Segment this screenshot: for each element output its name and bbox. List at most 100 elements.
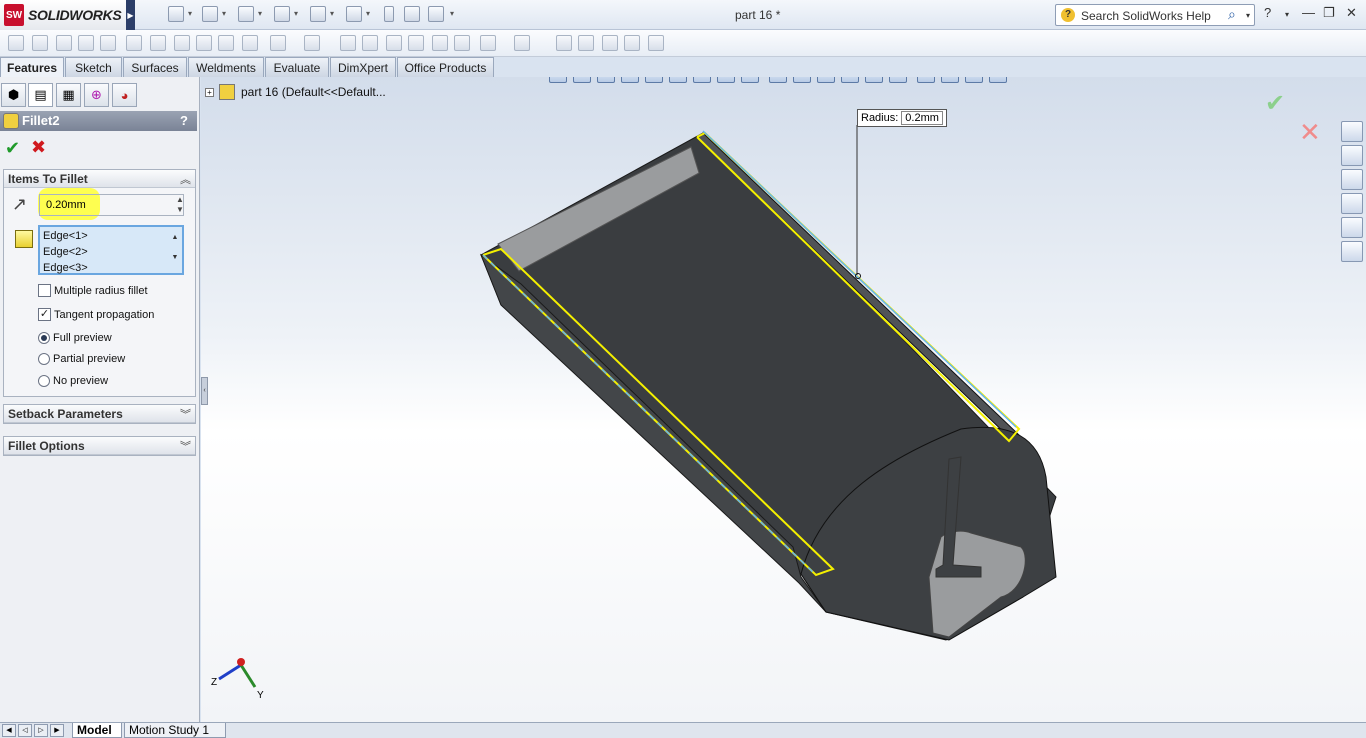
help-menu-icon[interactable]: ? xyxy=(1264,5,1271,20)
feature-manager-tab-icon[interactable]: ⬢ xyxy=(1,83,26,107)
no-preview-option[interactable]: No preview xyxy=(38,375,108,387)
tab-motion-study[interactable]: Motion Study 1 xyxy=(124,723,226,738)
help-search-box[interactable]: ? Search SolidWorks Help ⌕ ▾ xyxy=(1055,4,1255,26)
list-item[interactable]: Edge<1> xyxy=(43,228,179,244)
section-view-icon[interactable] xyxy=(621,77,639,83)
normal-to-icon[interactable] xyxy=(965,77,983,83)
close-window-icon[interactable]: ✕ xyxy=(1346,5,1357,21)
tab-sketch[interactable]: Sketch xyxy=(65,57,122,77)
full-preview-radio[interactable] xyxy=(38,332,50,344)
tab-office-products[interactable]: Office Products xyxy=(397,57,494,77)
undo-icon[interactable] xyxy=(310,6,326,22)
radius-callout[interactable]: Radius: 0.2mm xyxy=(857,109,947,127)
radius-spinner[interactable]: ▲ ▼ xyxy=(176,195,184,215)
cut-loft-icon[interactable] xyxy=(196,35,212,51)
wrap-icon[interactable] xyxy=(408,35,424,51)
print-icon[interactable] xyxy=(274,6,290,22)
hole-wizard-icon[interactable] xyxy=(242,35,258,51)
realview-icon[interactable] xyxy=(793,77,811,83)
edges-scrollbar[interactable]: ▲ ▼ xyxy=(169,228,181,272)
display-style-icon[interactable] xyxy=(669,77,687,83)
cut-sweep-icon[interactable] xyxy=(174,35,190,51)
items-to-fillet-header[interactable]: Items To Fillet ︽ xyxy=(4,170,195,188)
select-dropdown-icon[interactable]: ▾ xyxy=(366,9,370,18)
tab-model[interactable]: Model xyxy=(72,723,122,738)
fillet-options-header[interactable]: Fillet Options ︾ xyxy=(4,437,195,455)
callout-value[interactable]: 0.2mm xyxy=(901,111,943,125)
tab-evaluate[interactable]: Evaluate xyxy=(265,57,329,77)
cartoon-icon[interactable] xyxy=(889,77,907,83)
restore-window-icon[interactable]: ❐ xyxy=(1323,5,1335,21)
panel-splitter[interactable]: ‹ xyxy=(201,377,208,405)
camera-icon[interactable] xyxy=(917,77,935,83)
part-model[interactable] xyxy=(201,77,1366,722)
cut-boundary-icon[interactable] xyxy=(218,35,234,51)
tab-surfaces[interactable]: Surfaces xyxy=(123,57,187,77)
rib-icon[interactable] xyxy=(340,35,356,51)
graphics-area[interactable]: + part 16 (Default<<Default... Radius: 0… xyxy=(201,77,1366,722)
list-item[interactable]: Edge<2> xyxy=(43,244,179,260)
home-icon[interactable] xyxy=(1341,121,1363,142)
minimize-window-icon[interactable]: — xyxy=(1302,5,1315,20)
open-icon[interactable] xyxy=(202,6,218,22)
print-dropdown-icon[interactable]: ▾ xyxy=(294,9,298,18)
move-face-icon[interactable] xyxy=(648,35,664,51)
curves-icon[interactable] xyxy=(514,35,530,51)
tab-weldments[interactable]: Weldments xyxy=(188,57,264,77)
boundary-icon[interactable] xyxy=(100,35,116,51)
new-dropdown-icon[interactable]: ▾ xyxy=(188,9,192,18)
radius-input[interactable] xyxy=(39,194,184,216)
last-tab-icon[interactable]: ▶ xyxy=(50,724,64,737)
options-icon[interactable] xyxy=(428,6,444,22)
dome-icon[interactable] xyxy=(432,35,448,51)
file-properties-icon[interactable] xyxy=(404,6,420,22)
sweep-icon[interactable] xyxy=(56,35,72,51)
tangent-propagation-checkbox[interactable]: ✓ xyxy=(38,308,51,321)
shell-icon[interactable] xyxy=(386,35,402,51)
edit-appearance-icon[interactable] xyxy=(741,77,759,83)
draft-icon[interactable] xyxy=(362,35,378,51)
cut-extrude-icon[interactable] xyxy=(126,35,142,51)
search-icon[interactable]: ⌕ xyxy=(1228,6,1236,23)
select-icon[interactable] xyxy=(346,6,362,22)
ambient-occlusion-icon[interactable] xyxy=(865,77,883,83)
menu-expand-icon[interactable]: ▶ xyxy=(126,0,135,30)
expand-tree-icon[interactable]: + xyxy=(205,87,214,97)
search-dropdown-icon[interactable]: ▾ xyxy=(1246,11,1250,20)
file-explorer-icon[interactable] xyxy=(1341,169,1363,190)
cancel-button[interactable]: ✖ xyxy=(31,137,46,158)
open-dropdown-icon[interactable]: ▾ xyxy=(222,9,226,18)
multiple-radius-option[interactable]: Multiple radius fillet xyxy=(38,284,148,297)
instant3d-icon[interactable] xyxy=(556,35,572,51)
confirmation-corner-cancel-icon[interactable]: ✕ xyxy=(1299,117,1321,148)
tab-dimxpert[interactable]: DimXpert xyxy=(330,57,396,77)
feature-tree-root[interactable]: + part 16 (Default<<Default... xyxy=(205,84,386,100)
display-manager-tab-icon[interactable]: ◕ xyxy=(112,83,137,107)
options-dropdown-icon[interactable]: ▾ xyxy=(450,9,454,18)
partial-preview-radio[interactable] xyxy=(38,353,50,365)
ok-button[interactable]: ✔ xyxy=(5,138,20,159)
mirror-icon[interactable] xyxy=(454,35,470,51)
view-cube-icon[interactable] xyxy=(941,77,959,83)
reference-geometry-icon[interactable] xyxy=(480,35,496,51)
linear-pattern-icon[interactable] xyxy=(304,35,320,51)
tab-features[interactable]: Features xyxy=(0,57,64,78)
confirmation-corner-ok-icon[interactable]: ✔ xyxy=(1265,89,1285,118)
property-manager-tab-icon[interactable]: ▤ xyxy=(28,83,53,107)
setback-parameters-header[interactable]: Setback Parameters ︾ xyxy=(4,405,195,423)
tangent-propagation-option[interactable]: ✓ Tangent propagation xyxy=(38,308,154,321)
dimxpert-manager-tab-icon[interactable]: ⊕ xyxy=(84,83,109,107)
extrude-icon[interactable] xyxy=(8,35,24,51)
loft-icon[interactable] xyxy=(78,35,94,51)
undo-dropdown-icon[interactable]: ▾ xyxy=(330,9,334,18)
view-settings-icon[interactable] xyxy=(717,77,735,83)
rebuild-icon[interactable] xyxy=(384,6,394,22)
expand-chevron-icon[interactable]: ︾ xyxy=(180,406,191,422)
prev-tab-icon[interactable]: ◁ xyxy=(18,724,32,737)
list-item[interactable]: Edge<3> xyxy=(43,260,179,276)
zoom-area-icon[interactable] xyxy=(573,77,591,83)
no-preview-radio[interactable] xyxy=(38,375,50,387)
multiple-radius-checkbox[interactable] xyxy=(38,284,51,297)
next-tab-icon[interactable]: ▷ xyxy=(34,724,48,737)
configuration-manager-tab-icon[interactable]: ▦ xyxy=(56,83,81,107)
